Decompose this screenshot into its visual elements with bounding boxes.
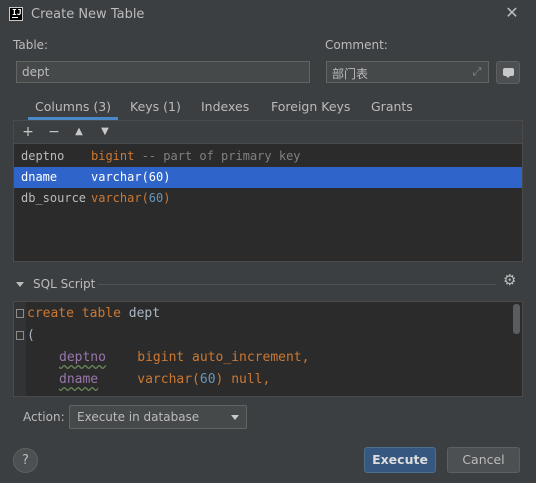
title-bar: IJ Create New Table ✕ (0, 0, 536, 30)
comment-editor-button[interactable] (496, 61, 520, 84)
fold-icon[interactable] (16, 331, 24, 340)
action-selected-value: Execute in database (77, 410, 200, 424)
gear-icon[interactable]: ⚙ (503, 271, 516, 289)
intellij-logo-icon: IJ (9, 7, 23, 21)
help-button[interactable]: ? (13, 448, 38, 473)
column-type: varchar(60) (91, 191, 171, 205)
section-divider (98, 284, 496, 285)
tab-columns[interactable]: Columns (3) (28, 99, 119, 120)
tab-foreign-keys[interactable]: Foreign Keys (271, 99, 350, 120)
column-name: deptno (21, 149, 65, 163)
add-icon[interactable]: + (18, 123, 38, 141)
column-row[interactable]: dname varchar(60) (14, 167, 522, 188)
column-row[interactable]: db_source varchar(60) (14, 188, 522, 209)
tab-indexes[interactable]: Indexes (201, 99, 249, 120)
comment-input[interactable]: 部门表 ⤢ (326, 61, 489, 83)
column-row[interactable]: deptno bigint -- part of primary key (14, 146, 522, 167)
table-name-input[interactable]: dept (16, 61, 310, 83)
editor-gutter (14, 302, 26, 396)
column-type: varchar(60) (91, 170, 171, 184)
chevron-down-icon (231, 415, 239, 420)
move-up-icon[interactable]: ▲ (69, 123, 89, 141)
collapse-triangle-icon[interactable] (16, 282, 24, 287)
code-line: deptno bigint auto_increment, (59, 350, 310, 365)
editor-scrollbar[interactable] (513, 304, 520, 334)
sql-editor[interactable]: create table dept ( deptno bigint auto_i… (13, 301, 523, 397)
execute-button[interactable]: Execute (364, 447, 436, 473)
comment-value: 部门表 (332, 67, 369, 81)
columns-toolbar: + − ▲ ▼ (14, 121, 522, 144)
dialog-title: Create New Table (31, 7, 145, 22)
table-label: Table: (13, 38, 49, 52)
move-down-icon[interactable]: ▼ (95, 123, 115, 141)
code-line: create table dept (27, 306, 161, 321)
columns-panel: + − ▲ ▼ deptno bigint -- part of primary… (13, 120, 523, 262)
code-line: ( (27, 328, 35, 343)
close-icon[interactable]: ✕ (503, 4, 521, 22)
column-name: db_source (21, 191, 87, 205)
cancel-button[interactable]: Cancel (447, 447, 520, 473)
tab-keys[interactable]: Keys (1) (130, 99, 181, 120)
code-line: dname varchar(60) null, (59, 372, 271, 387)
column-name: dname (21, 170, 58, 184)
comment-label: Comment: (325, 38, 388, 52)
sql-script-label[interactable]: SQL Script (33, 277, 95, 291)
remove-icon[interactable]: − (44, 123, 64, 141)
column-comment: -- part of primary key (134, 149, 301, 163)
action-label: Action: (23, 410, 65, 424)
fold-icon[interactable] (16, 309, 24, 318)
expand-icon[interactable]: ⤢ (470, 65, 484, 79)
tab-grants[interactable]: Grants (371, 99, 413, 120)
column-type: bigint -- part of primary key (91, 149, 301, 163)
action-dropdown[interactable]: Execute in database (69, 405, 247, 429)
